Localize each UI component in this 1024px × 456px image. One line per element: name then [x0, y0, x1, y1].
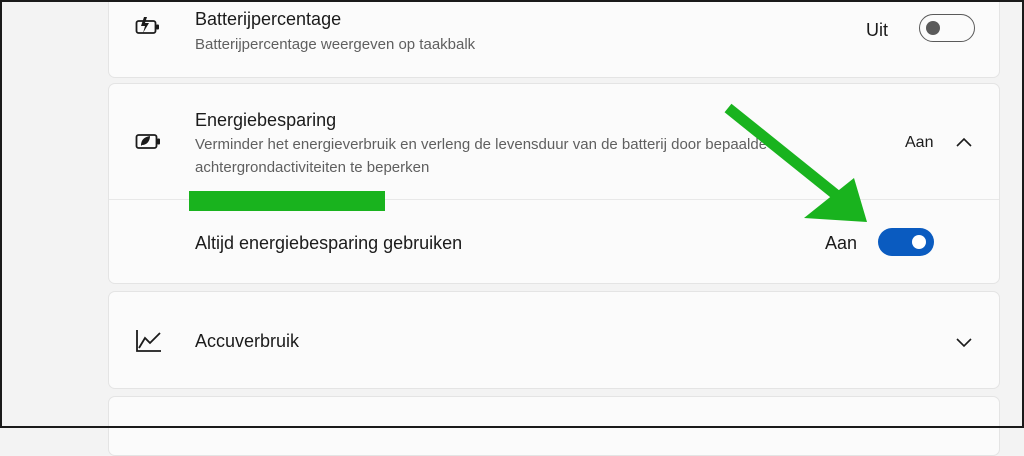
battery-percentage-description: Batterijpercentage weergeven op taakbalk	[195, 36, 476, 53]
next-setting-card[interactable]	[108, 396, 1000, 456]
line-chart-icon	[135, 328, 163, 359]
energy-saver-description-line2: achtergrondactiviteiten te beperken	[195, 159, 430, 176]
energy-saver-title: Energiebesparing	[195, 110, 337, 130]
chevron-down-icon[interactable]	[955, 335, 973, 353]
battery-percentage-toggle[interactable]	[919, 14, 975, 42]
toggle-knob	[912, 235, 926, 249]
battery-usage-title: Accuverbruik	[195, 331, 300, 351]
chevron-up-icon[interactable]	[955, 135, 973, 153]
always-energy-saver-label: Altijd energiebesparing gebruiken	[195, 233, 463, 253]
always-energy-saver-toggle[interactable]	[878, 228, 934, 256]
highlight-bar	[189, 191, 385, 211]
toggle-knob	[926, 21, 940, 35]
energy-saver-state: Aan	[905, 134, 934, 151]
always-energy-saver-state: Aan	[825, 233, 858, 253]
battery-usage-card[interactable]: Accuverbruik	[108, 291, 1000, 389]
battery-percentage-title: Batterijpercentage	[195, 9, 342, 29]
arrow-annotation-icon	[720, 100, 880, 235]
battery-icon	[135, 15, 161, 42]
energy-saver-description-line1: Verminder het energieverbruik en verleng…	[195, 136, 768, 153]
battery-percentage-state: Uit	[866, 20, 888, 40]
battery-percentage-card: Batterijpercentage Batterijpercentage we…	[108, 0, 1000, 78]
